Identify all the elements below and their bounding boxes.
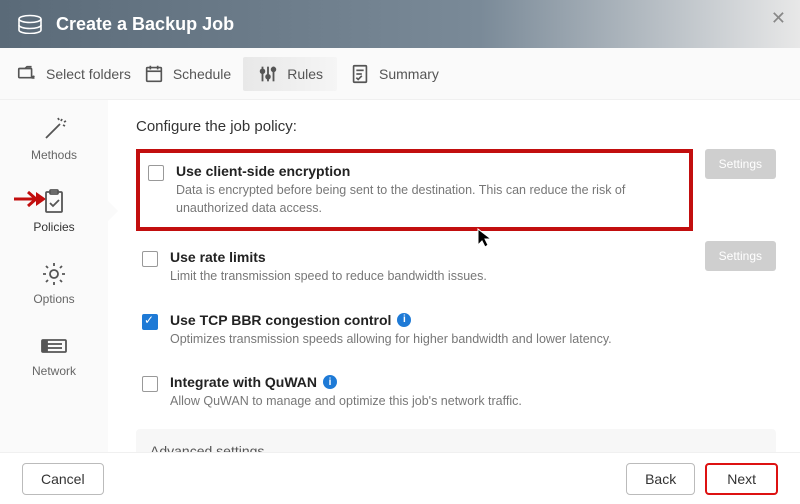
policy-quwan: Integrate with QuWANi Allow QuWAN to man… <box>136 366 776 419</box>
folder-icon <box>16 63 38 85</box>
backup-icon <box>16 14 44 34</box>
panel-title: Configure the job policy: <box>136 118 776 135</box>
sidebar-item-network[interactable]: Network <box>0 328 108 382</box>
step-schedule[interactable]: Schedule <box>143 63 231 85</box>
policy-desc: Data is encrypted before being sent to t… <box>176 182 681 217</box>
step-label: Rules <box>287 66 323 82</box>
policy-desc: Limit the transmission speed to reduce b… <box>170 268 687 286</box>
sidebar-label: Options <box>33 292 74 306</box>
policy-tcp-bbr: Use TCP BBR congestion controli Optimize… <box>136 304 776 357</box>
policy-desc: Allow QuWAN to manage and optimize this … <box>170 393 770 411</box>
settings-button-encryption[interactable]: Settings <box>705 149 776 179</box>
checkbox-rate-limits[interactable] <box>142 251 158 267</box>
step-label: Summary <box>379 66 439 82</box>
gear-icon <box>40 260 68 288</box>
dialog-header: Create a Backup Job ✕ <box>0 0 800 48</box>
policy-desc: Optimizes transmission speeds allowing f… <box>170 331 770 349</box>
sidebar-label: Policies <box>33 220 74 234</box>
info-icon[interactable]: i <box>397 313 411 327</box>
advanced-header-label: Advanced settings <box>150 443 264 453</box>
info-icon[interactable]: i <box>323 375 337 389</box>
step-summary[interactable]: Summary <box>349 63 439 85</box>
advanced-toggle[interactable]: Advanced settings ︿ <box>150 441 762 453</box>
policy-label: Use client-side encryption <box>176 163 681 179</box>
settings-button-rate-limits[interactable]: Settings <box>705 241 776 271</box>
policy-label: Use TCP BBR congestion controli <box>170 312 770 328</box>
checkbox-encryption[interactable] <box>148 165 164 181</box>
step-rules[interactable]: Rules <box>243 57 337 91</box>
next-button[interactable]: Next <box>705 463 778 495</box>
advanced-settings: Advanced settings ︿ Only back up updated… <box>136 429 776 453</box>
policy-label: Use rate limits <box>170 249 687 265</box>
sidebar-label: Network <box>32 364 76 378</box>
cancel-button[interactable]: Cancel <box>22 463 104 495</box>
policy-encryption: Use client-side encryption Data is encry… <box>136 149 693 231</box>
close-icon[interactable]: ✕ <box>771 8 786 29</box>
document-icon <box>349 63 371 85</box>
wand-icon <box>40 116 68 144</box>
rules-sidebar: Methods Policies Options Network <box>0 100 108 452</box>
step-label: Schedule <box>173 66 231 82</box>
policy-rate-limits: Use rate limits Limit the transmission s… <box>136 241 693 294</box>
checkbox-tcp-bbr[interactable] <box>142 314 158 330</box>
policy-panel: Configure the job policy: Use client-sid… <box>108 100 800 452</box>
clipboard-check-icon <box>40 188 68 216</box>
step-label: Select folders <box>46 66 131 82</box>
wizard-stepper: Select folders Schedule Rules Summary <box>0 48 800 100</box>
checkbox-quwan[interactable] <box>142 376 158 392</box>
sidebar-label: Methods <box>31 148 77 162</box>
policy-label: Integrate with QuWANi <box>170 374 770 390</box>
sliders-icon <box>257 63 279 85</box>
step-select-folders[interactable]: Select folders <box>16 63 131 85</box>
sidebar-item-methods[interactable]: Methods <box>0 112 108 166</box>
calendar-icon <box>143 63 165 85</box>
sidebar-item-policies[interactable]: Policies <box>0 184 108 238</box>
chevron-up-icon: ︿ <box>748 441 762 453</box>
back-button[interactable]: Back <box>626 463 695 495</box>
sidebar-item-options[interactable]: Options <box>0 256 108 310</box>
network-icon <box>40 332 68 360</box>
dialog-title: Create a Backup Job <box>56 14 234 35</box>
dialog-footer: Cancel Back Next <box>0 452 800 504</box>
